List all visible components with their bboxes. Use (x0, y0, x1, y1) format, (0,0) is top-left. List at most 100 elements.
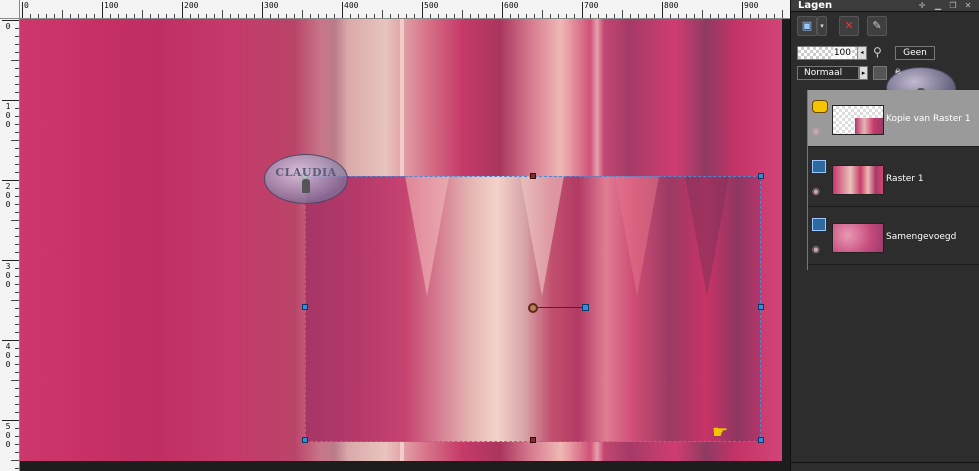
blend-mode-value: Normaal (804, 68, 843, 78)
ruler-tick (2, 340, 19, 341)
blend-mode-select[interactable]: Normaal (797, 66, 859, 80)
ruler-top-label: 800 (664, 1, 679, 10)
canvas-area[interactable]: 0 100 200 300 400 500 600 700 800 900 0 1 0 0 2 0 0… (0, 0, 790, 471)
delete-layer-button[interactable]: ✕ (839, 16, 859, 36)
pointer-hand-icon: ☛ (712, 422, 729, 443)
layer-name: Raster 1 (886, 174, 924, 184)
ruler-minor-tick (15, 372, 19, 373)
handle-middle-right[interactable] (758, 304, 764, 310)
watermark-text: CLAUDIA (275, 166, 337, 179)
ruler-minor-tick (478, 14, 479, 18)
ruler-minor-tick (606, 14, 607, 18)
ruler-minor-tick (334, 14, 335, 18)
ruler-minor-tick (638, 14, 639, 18)
opacity-spinner-icon[interactable]: ◂ (857, 47, 866, 59)
visibility-eye-icon[interactable]: ◉ (812, 246, 824, 255)
ruler-minor-tick (15, 28, 19, 29)
ruler-minor-tick (174, 14, 175, 18)
ruler-minor-tick (15, 148, 19, 149)
ruler-minor-tick (78, 14, 79, 18)
ruler-minor-tick (238, 14, 239, 18)
layer-row-samengevoegd[interactable]: ◉ Samengevoegd (808, 208, 979, 265)
ruler-minor-tick (15, 132, 19, 133)
mask-field[interactable]: Geen (895, 46, 935, 60)
ruler-minor-tick (350, 14, 351, 18)
ruler-minor-tick (270, 14, 271, 18)
ruler-minor-tick (15, 236, 19, 237)
ruler-minor-tick (614, 14, 615, 18)
minimize-icon[interactable]: ▁ (933, 1, 943, 11)
layers-toolbar: ▣ ▾ ✕ ✎ (791, 13, 979, 39)
visibility-eye-icon[interactable]: ◉ (812, 188, 824, 197)
ruler-minor-tick (326, 14, 327, 18)
ruler-minor-tick (758, 14, 759, 18)
ruler-minor-tick (414, 14, 415, 18)
lock-transparency-icon[interactable] (873, 66, 887, 80)
ruler-left-label: 1 0 0 (5, 102, 11, 129)
layers-panel-titlebar: Lagen ✛ ▁ ❐ ✕ (791, 0, 979, 12)
ruler-minor-tick (526, 14, 527, 18)
edit-selection-button[interactable]: ✎ (867, 16, 887, 36)
opacity-field[interactable]: 100 ◂ (797, 46, 867, 60)
handle-bottom-middle[interactable] (530, 437, 536, 443)
ruler-minor-tick (15, 324, 19, 325)
ruler-minor-tick (550, 14, 551, 18)
ruler-minor-tick (118, 14, 119, 18)
ruler-minor-tick (11, 220, 19, 221)
rotation-pivot[interactable] (528, 303, 538, 313)
ruler-top-label: 0 (24, 1, 29, 10)
ruler-top-label: 600 (504, 1, 519, 10)
ruler-minor-tick (15, 84, 19, 85)
layer-row-kopie-van-raster-1[interactable]: ◉ Kopie van Raster 1 (808, 90, 979, 147)
ruler-minor-tick (70, 14, 71, 18)
layers-panel-gutter (791, 90, 805, 471)
handle-top-middle[interactable] (530, 173, 536, 179)
ruler-minor-tick (15, 76, 19, 77)
ruler-tick (2, 100, 19, 101)
rotation-handle[interactable] (582, 304, 589, 311)
ruler-minor-tick (750, 14, 751, 18)
panel-divider (791, 462, 979, 463)
ruler-minor-tick (534, 14, 535, 18)
ruler-minor-tick (406, 14, 407, 18)
ruler-minor-tick (11, 380, 19, 381)
watermark-logo: CLAUDIA (264, 154, 348, 204)
ruler-minor-tick (646, 14, 647, 18)
raster-layer-icon (812, 160, 826, 173)
ruler-top-label: 900 (744, 1, 759, 10)
ruler-minor-tick (15, 444, 19, 445)
blend-mode-arrow-icon[interactable]: ▸ (859, 66, 868, 80)
ruler-minor-tick (15, 228, 19, 229)
ruler-tick (2, 180, 19, 181)
new-layer-button[interactable]: ▣ (797, 16, 817, 36)
ruler-top-label: 500 (424, 1, 439, 10)
visibility-eye-icon[interactable]: ◉ (812, 128, 824, 137)
handle-top-right[interactable] (758, 173, 764, 179)
layers-panel-title: Lagen (798, 0, 833, 11)
ruler-tick (422, 2, 423, 18)
ruler-minor-tick (150, 14, 151, 18)
new-layer-dropdown-icon[interactable]: ▾ (817, 16, 827, 36)
handle-middle-left[interactable] (302, 304, 308, 310)
ruler-minor-tick (15, 196, 19, 197)
layer-row-raster-1[interactable]: ◉ Raster 1 (808, 150, 979, 207)
ruler-minor-tick (15, 412, 19, 413)
pin-icon[interactable]: ✛ (917, 1, 927, 11)
mask-link-icon[interactable]: ⚲ (873, 45, 891, 61)
ruler-top-label: 100 (104, 1, 119, 10)
ruler-minor-tick (11, 140, 19, 141)
restore-icon[interactable]: ❐ (948, 1, 958, 11)
ruler-minor-tick (15, 316, 19, 317)
close-icon[interactable]: ✕ (963, 1, 973, 11)
ruler-minor-tick (46, 14, 47, 18)
ruler-minor-tick (454, 14, 455, 18)
ruler-minor-tick (246, 14, 247, 18)
handle-bottom-right[interactable] (758, 437, 764, 443)
ruler-minor-tick (702, 10, 703, 18)
layer-thumbnail (832, 105, 884, 135)
ruler-minor-tick (11, 60, 19, 61)
ruler-minor-tick (15, 348, 19, 349)
handle-bottom-left[interactable] (302, 437, 308, 443)
ruler-tick (182, 2, 183, 18)
ruler-minor-tick (15, 52, 19, 53)
